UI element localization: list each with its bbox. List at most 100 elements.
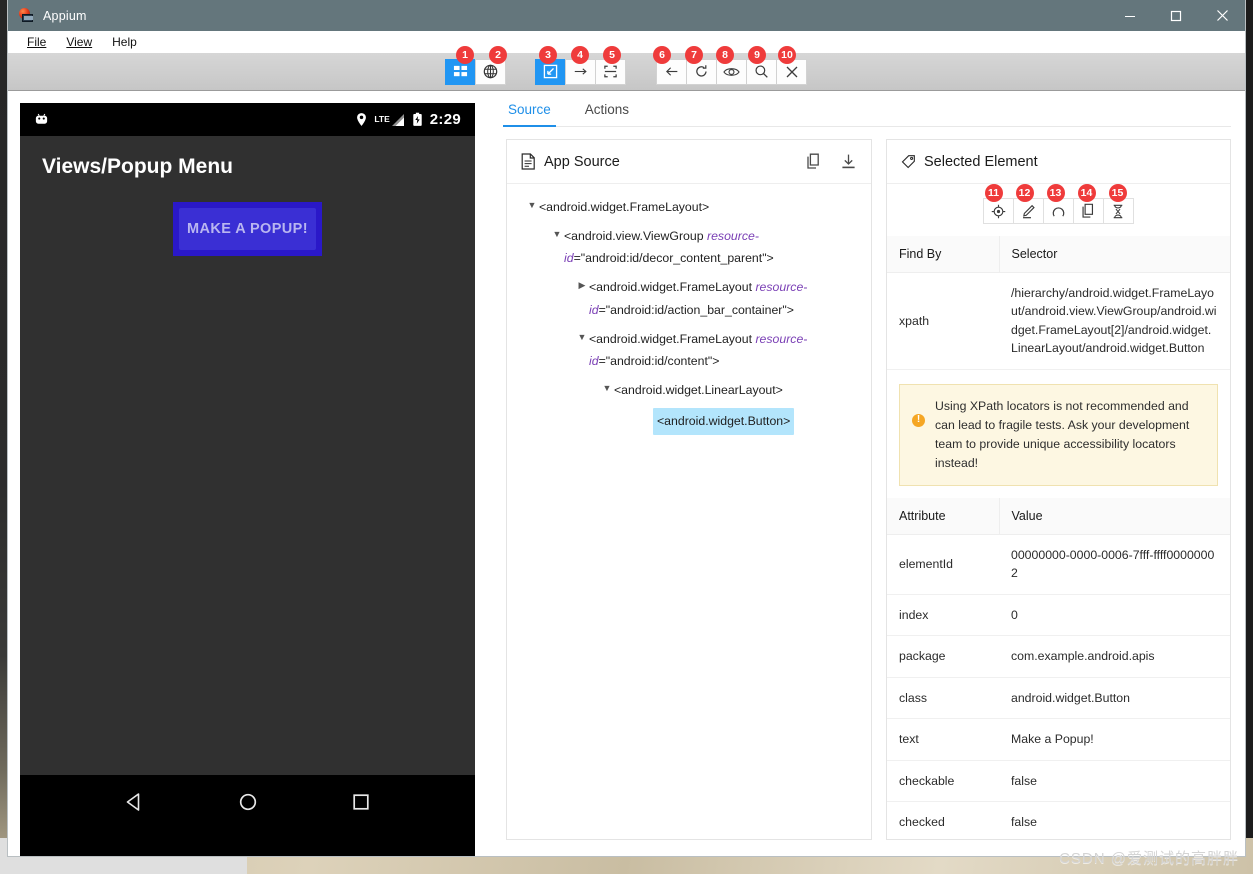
selector-findby-value: xpath <box>887 272 999 370</box>
device-app-title: Views/Popup Menu <box>42 155 233 178</box>
table-row[interactable]: package com.example.android.apis <box>887 635 1230 678</box>
tree-node[interactable]: ▼ <android.widget.FrameLayout> <box>517 196 861 219</box>
selector-value: /hierarchy/android.widget.FrameLayout/an… <box>999 272 1230 370</box>
tree-node-selected[interactable]: ▼ <android.widget.Button> <box>517 407 861 435</box>
attribute-name: checkable <box>887 760 999 803</box>
table-row[interactable]: checked false <box>887 801 1230 839</box>
caret-down-icon[interactable]: ▼ <box>525 196 539 214</box>
caret-down-icon[interactable]: ▼ <box>575 328 589 346</box>
selector-table-header-findby: Find By <box>887 236 999 273</box>
selected-element-title: Selected Element <box>924 153 1038 170</box>
tap-element-button[interactable] <box>982 198 1014 224</box>
caret-down-icon[interactable]: ▼ <box>600 379 614 397</box>
selector-table: Find By Selector xpath /hierarchy/androi… <box>887 236 1230 370</box>
attribute-name: class <box>887 677 999 720</box>
tab-source-label: Source <box>508 102 551 117</box>
make-a-popup-button-label: MAKE A POPUP! <box>187 221 308 237</box>
menu-help[interactable]: Help <box>103 34 146 50</box>
selected-element-title-group: Selected Element <box>901 154 1038 170</box>
caret-right-icon[interactable]: ▶ <box>575 276 589 294</box>
caret-down-icon[interactable]: ▼ <box>550 225 564 243</box>
copy-icon[interactable] <box>806 153 822 170</box>
tree-node-label: <android.widget.FrameLayout resource-id=… <box>589 280 808 317</box>
selected-element-actions: 11 12 13 14 15 <box>887 184 1230 236</box>
warning-exclamation-icon: ! <box>912 413 925 427</box>
badge-5: 5 <box>603 46 621 64</box>
tab-source[interactable]: Source <box>503 102 556 127</box>
tab-actions[interactable]: Actions <box>583 102 631 126</box>
maximize-icon[interactable] <box>1153 0 1199 31</box>
android-robot-icon <box>35 113 48 124</box>
signal-bars-icon: LTE <box>374 113 404 127</box>
appium-logo-icon <box>18 7 34 24</box>
selected-element-card: Selected Element 11 12 13 14 15 Find By … <box>886 139 1231 840</box>
menu-file[interactable]: File <box>18 34 55 50</box>
location-pin-icon <box>357 113 367 126</box>
device-nav-bar <box>20 775 475 829</box>
menu-help-label: Help <box>112 35 137 49</box>
tree-node[interactable]: ▶ <android.widget.FrameLayout resource-i… <box>517 276 861 321</box>
attribute-value: 00000000-0000-0006-7fff-ffff00000002 <box>999 534 1230 595</box>
tree-node-label: <android.widget.FrameLayout resource-id=… <box>589 331 808 369</box>
screenshot-pane: LTE 2:29 Views/Popup Menu MAKE A POPUP! <box>8 91 500 856</box>
selected-element-header: Selected Element <box>887 140 1230 184</box>
badge-15: 15 <box>1108 184 1127 202</box>
selector-table-header-row: Find By Selector <box>887 236 1230 273</box>
close-icon[interactable] <box>1199 0 1245 31</box>
inspector-panes: App Source ▼ <android.widget.FrameLayout… <box>506 139 1231 856</box>
device-screenshot[interactable]: LTE 2:29 Views/Popup Menu MAKE A POPUP! <box>20 103 475 856</box>
menu-view[interactable]: View <box>57 34 101 50</box>
main-content: LTE 2:29 Views/Popup Menu MAKE A POPUP! … <box>8 91 1245 856</box>
badge-9: 9 <box>748 46 766 64</box>
attributes-header-attribute: Attribute <box>887 497 999 535</box>
tree-node-label: <android.widget.FrameLayout> <box>539 200 710 214</box>
device-clock: 2:29 <box>429 111 461 128</box>
badge-1: 1 <box>456 46 474 64</box>
attributes-table: Attribute Value elementId 00000000-0000-… <box>887 497 1230 839</box>
app-source-title-group: App Source <box>521 153 620 170</box>
badge-3: 3 <box>539 46 557 64</box>
make-a-popup-button[interactable]: MAKE A POPUP! <box>179 208 316 250</box>
table-row[interactable]: index 0 <box>887 594 1230 637</box>
table-row[interactable]: checkable false <box>887 760 1230 803</box>
badge-14: 14 <box>1077 184 1096 202</box>
circle-home-icon[interactable] <box>235 789 261 815</box>
inspector-tabs: Source Actions <box>503 91 1231 127</box>
xpath-warning-box: ! Using XPath locators is not recommende… <box>899 383 1218 486</box>
table-row[interactable]: class android.widget.Button <box>887 677 1230 720</box>
minimize-icon[interactable] <box>1107 0 1153 31</box>
badge-6: 6 <box>653 46 671 64</box>
window-titlebar: Appium <box>8 0 1245 31</box>
device-status-bar: LTE 2:29 <box>20 103 475 136</box>
triangle-back-icon[interactable] <box>122 789 148 815</box>
selector-table-header-selector: Selector <box>998 236 1230 273</box>
badge-12: 12 <box>1015 184 1034 202</box>
badge-10: 10 <box>778 46 796 64</box>
attribute-name: elementId <box>887 534 999 595</box>
clear-element-button[interactable] <box>1042 198 1074 224</box>
tree-node[interactable]: ▼ <android.widget.FrameLayout resource-i… <box>517 328 861 373</box>
menu-view-label: View <box>66 35 93 49</box>
appium-inspector-window: Appium File View Help 1 2 3 4 5 6 7 8 9 … <box>8 0 1245 856</box>
selector-table-row[interactable]: xpath /hierarchy/android.widget.FrameLay… <box>887 272 1230 370</box>
send-keys-button[interactable] <box>1012 198 1044 224</box>
tree-node[interactable]: ▼ <android.widget.LinearLayout> <box>517 379 861 402</box>
highlighted-element-overlay[interactable]: MAKE A POPUP! <box>173 202 322 256</box>
badge-2: 2 <box>489 46 507 64</box>
attribute-value: false <box>999 760 1230 803</box>
tag-icon <box>901 155 915 169</box>
main-toolbar: 1 2 3 4 5 6 7 8 9 10 <box>8 46 1245 91</box>
square-recents-icon[interactable] <box>348 789 374 815</box>
badge-4: 4 <box>571 46 589 64</box>
tab-actions-label: Actions <box>584 102 630 117</box>
table-row[interactable]: text Make a Popup! <box>887 718 1230 761</box>
app-source-actions <box>806 153 857 170</box>
tree-node-label: <android.view.ViewGroup resource-id="and… <box>564 228 774 266</box>
table-row[interactable]: elementId 00000000-0000-0006-7fff-ffff00… <box>887 534 1230 595</box>
tree-node[interactable]: ▼ <android.view.ViewGroup resource-id="a… <box>517 225 861 270</box>
attribute-name: text <box>887 718 999 761</box>
source-tree[interactable]: ▼ <android.widget.FrameLayout> ▼ <androi… <box>507 184 871 839</box>
inspector-pane: Source Actions App Source ▼ <android.wid… <box>500 91 1245 856</box>
download-icon[interactable] <box>840 153 857 170</box>
device-app-bar: Views/Popup Menu <box>20 136 475 198</box>
